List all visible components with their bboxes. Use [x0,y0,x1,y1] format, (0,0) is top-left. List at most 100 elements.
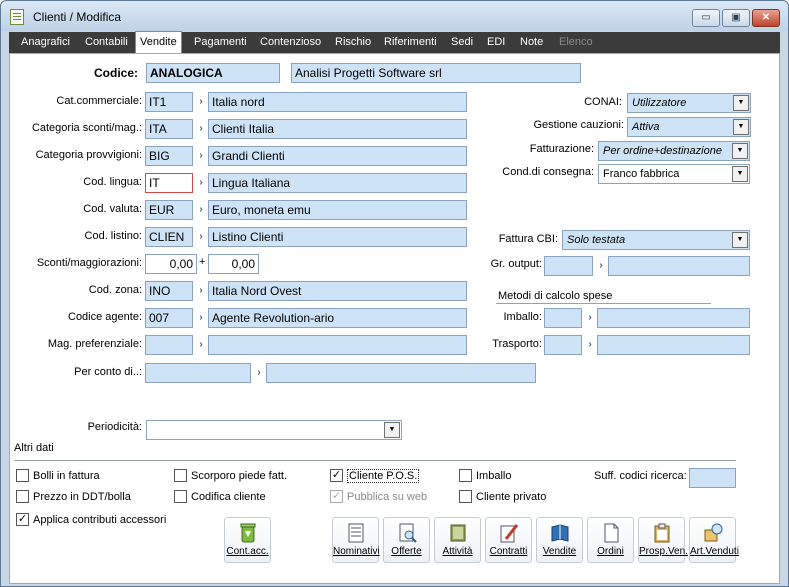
cauzioni-select[interactable]: Attiva ▼ [627,117,751,137]
lookup-arrow-icon[interactable]: › [194,281,208,301]
per-conto-desc[interactable] [266,363,536,383]
cat-commerciale-code[interactable]: IT1 [145,92,193,112]
imballo-label: Imballo: [503,311,542,323]
codice-field[interactable]: ANALOGICA [146,63,280,83]
title-bar[interactable]: Clienti / Modifica ▭ ▣ ✕ [1,1,788,31]
lookup-arrow-icon[interactable]: › [583,335,597,355]
cod-lingua-code[interactable]: IT [145,173,193,193]
tab-anagrafici[interactable]: Anagrafici [17,32,74,53]
ordini-button[interactable]: Ordini [587,517,634,563]
vendite-button[interactable]: Vendite [536,517,583,563]
imballo-desc[interactable] [597,308,750,328]
chevron-down-icon[interactable]: ▼ [732,166,748,182]
periodicita-select[interactable]: ▼ [146,420,402,440]
sconto2-field[interactable]: 0,00 [208,254,259,274]
categoria-sconti-desc[interactable]: Clienti Italia [208,119,467,139]
checkbox-label: Scorporo piede fatt. [191,470,288,482]
tab-riferimenti[interactable]: Riferimenti [380,32,441,53]
lookup-arrow-icon[interactable]: › [194,146,208,166]
lookup-arrow-icon[interactable]: › [194,335,208,355]
attivita-button[interactable]: Attività [434,517,481,563]
attivita-label: Attività [442,546,473,557]
cod-valuta-desc[interactable]: Euro, moneta emu [208,200,467,220]
chevron-down-icon[interactable]: ▼ [732,232,748,248]
cod-listino-desc[interactable]: Listino Clienti [208,227,467,247]
checkbox-icon [16,489,29,503]
cliente-privato-checkbox[interactable]: Cliente privato [459,489,546,506]
checkmark-icon: ✓ [16,512,29,526]
vendite-label: Vendite [542,546,577,557]
sconto1-field[interactable]: 0,00 [145,254,197,274]
conai-select[interactable]: Utilizzatore ▼ [627,93,751,113]
cod-zona-code[interactable]: INO [145,281,193,301]
tab-note[interactable]: Note [516,32,547,53]
prezzo-ddt-checkbox[interactable]: Prezzo in DDT/bolla [16,489,131,506]
imballo-code[interactable] [544,308,582,328]
cod-zona-desc[interactable]: Italia Nord Ovest [208,281,467,301]
codice-agente-code[interactable]: 007 [145,308,193,328]
cod-valuta-code[interactable]: EUR [145,200,193,220]
trasporto-code[interactable] [544,335,582,355]
checkbox-icon [174,489,187,503]
tab-edi[interactable]: EDI [483,32,509,53]
contratti-button[interactable]: Contratti [485,517,532,563]
cat-commerciale-desc[interactable]: Italia nord [208,92,467,112]
gr-output-code[interactable] [544,256,593,276]
lookup-arrow-icon[interactable]: › [194,173,208,193]
imballo-checkbox[interactable]: Imballo [459,468,511,485]
scorporo-piede-checkbox[interactable]: Scorporo piede fatt. [174,468,288,485]
tab-contabili[interactable]: Contabili [81,32,132,53]
chevron-down-icon[interactable]: ▼ [733,119,749,135]
fatturazione-select[interactable]: Per ordine+destinazione ▼ [598,141,750,161]
lookup-arrow-icon[interactable]: › [194,227,208,247]
lookup-arrow-icon[interactable]: › [194,308,208,328]
bolli-in-fattura-checkbox[interactable]: Bolli in fattura [16,468,100,485]
lookup-arrow-icon[interactable]: › [594,256,608,276]
offerte-button[interactable]: Offerte [383,517,430,563]
cod-listino-label: Cod. listino: [84,230,142,242]
cod-listino-code[interactable]: CLIEN [145,227,193,247]
tab-contenzioso[interactable]: Contenzioso [256,32,325,53]
chevron-down-icon[interactable]: ▼ [732,143,748,159]
lookup-arrow-icon[interactable]: › [194,119,208,139]
tab-vendite[interactable]: Vendite [135,31,182,53]
ragione-sociale-field[interactable]: Analisi Progetti Software srl [291,63,581,83]
mag-preferenziale-code[interactable] [145,335,193,355]
chevron-down-icon[interactable]: ▼ [384,422,400,438]
tab-pagamenti[interactable]: Pagamenti [190,32,251,53]
consegna-select[interactable]: Franco fabbrica ▼ [598,164,750,184]
tab-rischio[interactable]: Rischio [331,32,375,53]
checkmark-icon: ✓ [330,489,343,503]
prosp-ven-button[interactable]: Prosp.Ven. [638,517,688,563]
codice-agente-desc[interactable]: Agente Revolution-ario [208,308,467,328]
categoria-provvigioni-code[interactable]: BIG [145,146,193,166]
fattura-cbi-select[interactable]: Solo testata ▼ [562,230,750,250]
chevron-down-icon[interactable]: ▼ [733,95,749,111]
lookup-arrow-icon[interactable]: › [194,92,208,112]
lookup-arrow-icon[interactable]: › [194,200,208,220]
tab-sedi[interactable]: Sedi [447,32,477,53]
close-button[interactable]: ✕ [752,9,780,27]
categoria-sconti-code[interactable]: ITA [145,119,193,139]
lookup-arrow-icon[interactable]: › [583,308,597,328]
per-conto-code[interactable] [145,363,251,383]
mag-preferenziale-desc[interactable] [208,335,467,355]
client-edit-window: Clienti / Modifica ▭ ▣ ✕ Anagrafici Cont… [0,0,789,587]
minimize-button[interactable]: ▭ [692,9,720,27]
nominativi-button[interactable]: Nominativi [332,517,380,563]
contacts-list-icon [348,523,363,543]
trasporto-desc[interactable] [597,335,750,355]
cliente-pos-checkbox[interactable]: ✓ Cliente P.O.S. [330,468,420,485]
applica-contributi-checkbox[interactable]: ✓ Applica contributi accessori [16,512,166,529]
suff-codici-field[interactable] [689,468,736,488]
art-venduti-button[interactable]: Art.Venduti [689,517,739,563]
gr-output-label: Gr. output: [490,258,542,270]
categoria-provvigioni-label: Categoria provvigioni: [35,149,142,161]
codifica-cliente-checkbox[interactable]: Codifica cliente [174,489,266,506]
gr-output-desc[interactable] [608,256,750,276]
categoria-provvigioni-desc[interactable]: Grandi Clienti [208,146,467,166]
cod-lingua-desc[interactable]: Lingua Italiana [208,173,467,193]
lookup-arrow-icon[interactable]: › [252,363,266,383]
maximize-button[interactable]: ▣ [722,9,750,27]
cont-acc-button[interactable]: Cont.acc. [224,517,271,563]
